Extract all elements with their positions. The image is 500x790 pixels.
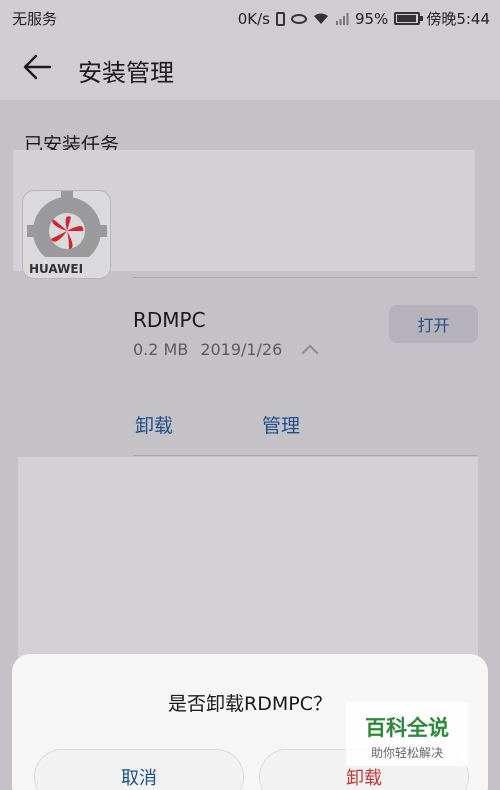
app-meta: 0.2 MB 2019/1/26 xyxy=(133,340,319,361)
app-size: 0.2 MB xyxy=(133,340,189,359)
eye-comfort-icon xyxy=(290,13,307,24)
watermark-sub-text: 助你轻松解决 xyxy=(370,746,443,760)
divider xyxy=(133,455,477,456)
battery-icon xyxy=(394,12,424,25)
page-title: 安装管理 xyxy=(78,59,174,87)
cancel-button[interactable]: 取消 xyxy=(34,749,244,790)
battery-percent: 95% xyxy=(354,9,389,28)
wifi-icon xyxy=(313,13,328,24)
app-name: RDMPC xyxy=(133,308,206,332)
app-icon: HUAWEI xyxy=(22,190,111,279)
status-time: 傍晚5:44 xyxy=(426,10,490,28)
carrier-status: 无服务 xyxy=(12,10,58,28)
watermark-main-text: 百科全说 xyxy=(365,716,449,740)
status-right-group: 0K/s 95% 傍晚5:44 xyxy=(238,8,490,29)
divider xyxy=(133,277,477,278)
uninstall-link[interactable]: 卸载 xyxy=(135,411,173,438)
watermark-logo: 百科全说 助你轻松解决 xyxy=(346,702,468,766)
signal-icon xyxy=(335,12,349,25)
network-speed: 0K/s xyxy=(237,9,270,28)
gear-logo-icon: HUAWEI xyxy=(23,191,110,278)
app-date: 2019/1/26 xyxy=(200,340,283,359)
status-bar: 无服务 0K/s 95% 傍晚5:44 xyxy=(0,0,500,34)
placeholder-card-bottom xyxy=(18,457,478,657)
vibrate-icon xyxy=(275,11,285,26)
chevron-up-icon[interactable] xyxy=(301,344,319,361)
app-bar: 安装管理 xyxy=(0,34,500,100)
back-arrow-icon[interactable] xyxy=(20,50,54,84)
manage-link[interactable]: 管理 xyxy=(262,411,300,438)
open-button[interactable]: 打开 xyxy=(389,305,478,343)
app-icon-text: HUAWEI xyxy=(29,262,83,276)
